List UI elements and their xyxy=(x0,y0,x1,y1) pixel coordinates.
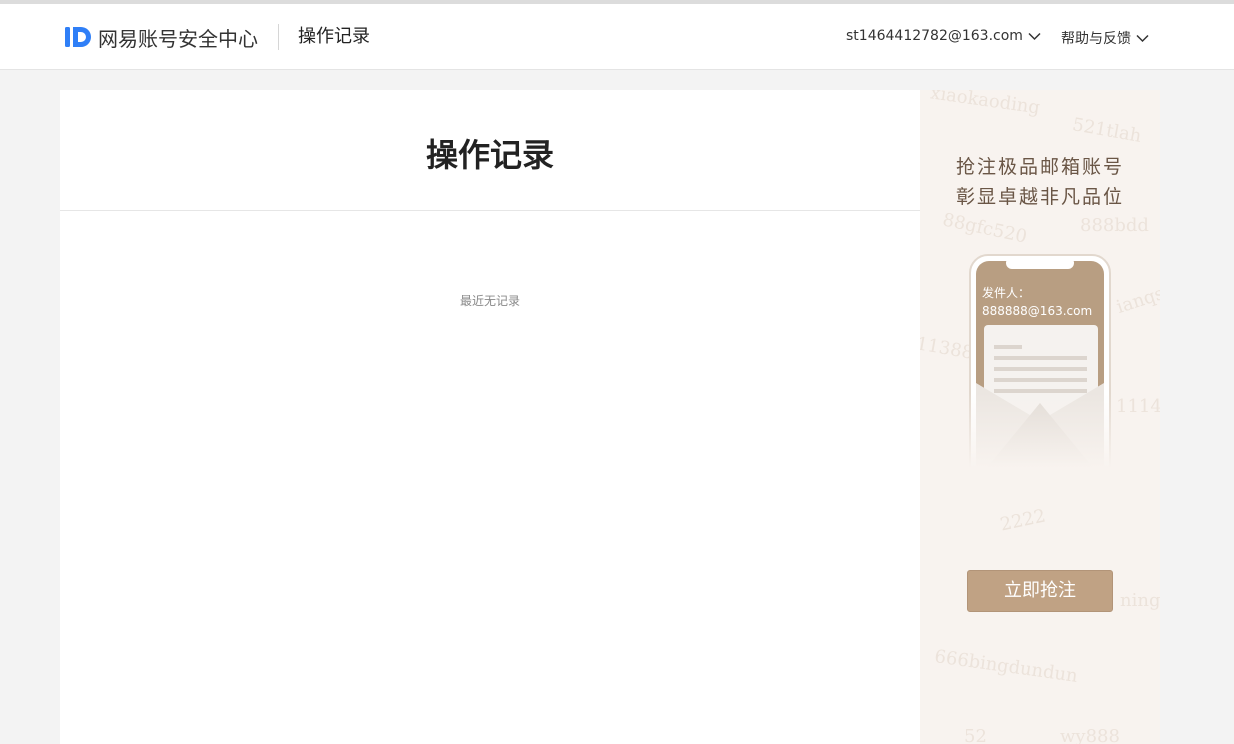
top-header: 网易账号安全中心 操作记录 st1464412782@163.com 帮助与反馈 xyxy=(0,4,1234,70)
sender-label: 发件人： xyxy=(982,285,1030,300)
ad-watermark: 88gfc520 xyxy=(940,209,1029,248)
netease-logo[interactable]: 网易账号安全中心 xyxy=(64,24,258,51)
empty-state-text: 最近无记录 xyxy=(459,294,520,308)
chevron-down-icon xyxy=(1028,32,1041,40)
ad-watermark: 888bdd xyxy=(1080,215,1149,236)
sender-email: 888888@163.com xyxy=(982,304,1092,318)
logo-text: 网易账号安全中心 xyxy=(98,26,258,51)
header-page-title: 操作记录 xyxy=(298,26,370,47)
ad-watermark: ianqs xyxy=(1113,282,1160,319)
ad-watermark: 2222 xyxy=(998,505,1048,536)
mailbox-ad-banner[interactable]: xiaokaoding 521tlah 88gfc520 888bdd 1138… xyxy=(920,90,1160,744)
ad-watermark: xiaokaoding xyxy=(929,90,1042,119)
ad-watermark: 666bingdundun xyxy=(933,646,1079,687)
ad-watermark: wy888 xyxy=(1060,726,1120,744)
help-feedback-dropdown[interactable]: 帮助与反馈 xyxy=(1061,28,1149,48)
header-divider xyxy=(278,24,279,50)
ad-headline-2: 彰显卓越非凡品位 xyxy=(955,186,1124,208)
ad-watermark: ning xyxy=(1120,590,1160,611)
page-title: 操作记录 xyxy=(425,136,554,174)
logo-id-icon xyxy=(65,27,91,47)
ad-headline-1: 抢注极品邮箱账号 xyxy=(955,156,1124,178)
register-now-button[interactable]: 立即抢注 xyxy=(967,570,1113,612)
ad-watermark: 11388 xyxy=(920,333,975,364)
ad-watermark: 521tlah xyxy=(1070,114,1143,147)
user-email: st1464412782@163.com xyxy=(846,28,1023,44)
phone-mail-illustration-icon: 发件人： 888888@163.com xyxy=(968,254,1112,468)
operation-record-panel: 操作记录 最近无记录 xyxy=(60,90,920,744)
ad-watermark: 52 xyxy=(964,726,987,744)
help-feedback-label: 帮助与反馈 xyxy=(1061,31,1131,47)
title-divider xyxy=(60,210,920,211)
chevron-down-icon xyxy=(1136,34,1149,42)
user-account-dropdown[interactable]: st1464412782@163.com xyxy=(846,28,1041,44)
ad-watermark: 1114 xyxy=(1116,396,1160,417)
